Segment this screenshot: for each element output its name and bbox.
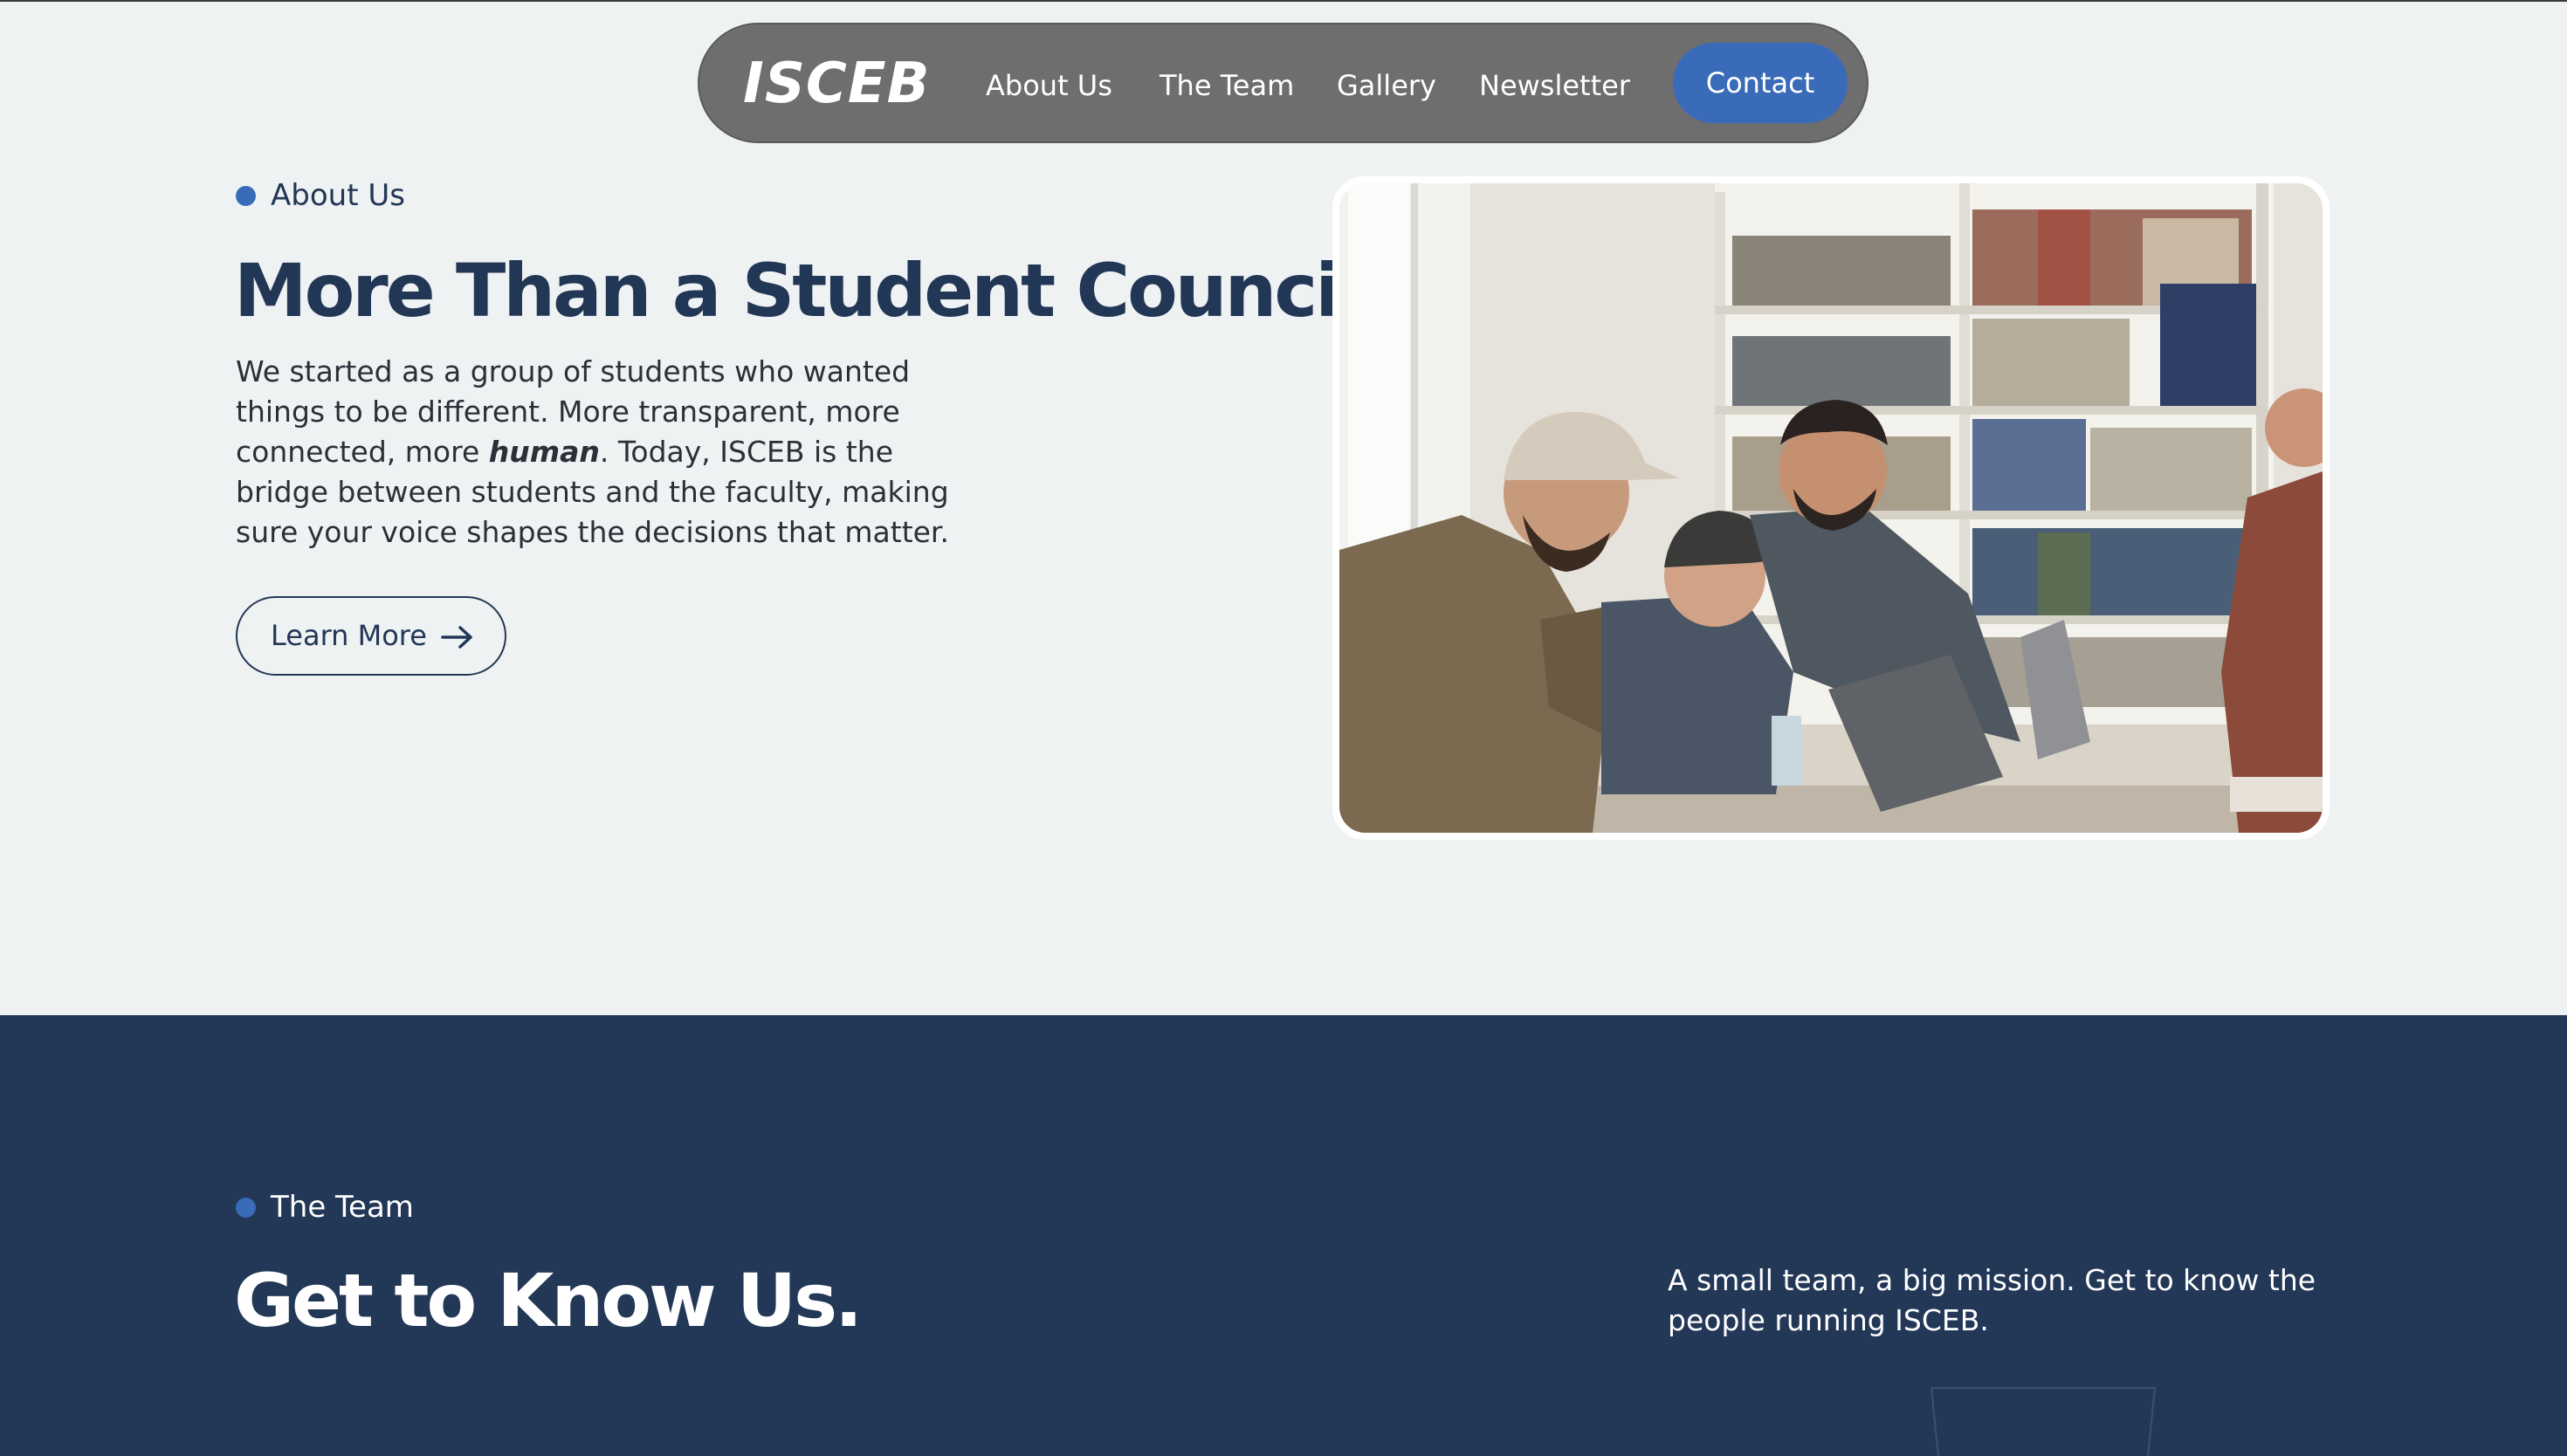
contact-button[interactable]: Contact [1673,43,1848,123]
nav-link-team[interactable]: The Team [1160,68,1294,103]
about-photo-frame [1332,176,2330,840]
about-title: More Than a Student Council [234,248,1363,333]
top-border [0,0,2567,2]
learn-more-label: Learn More [271,619,427,652]
nav-link-newsletter[interactable]: Newsletter [1479,68,1630,103]
eyebrow-dot [236,186,256,206]
team-description: A small team, a big mission. Get to know… [1668,1263,2316,1337]
team-section: The Team Get to Know Us. A small team, a… [0,1015,2567,1456]
card-outline-decoration [1930,1387,2157,1456]
students-photo [1339,183,2323,833]
about-eyebrow: About Us [271,178,405,213]
nav-link-gallery[interactable]: Gallery [1337,68,1436,103]
main-navbar: ISCEB About Us The Team Gallery Newslett… [698,23,1868,143]
learn-more-button[interactable]: Learn More [236,596,506,676]
site-logo[interactable]: ISCEB [743,49,930,119]
about-paragraph: We started as a group of students who wa… [236,354,949,549]
eyebrow-dot [236,1198,256,1218]
team-eyebrow: The Team [271,1190,414,1225]
team-title: Get to Know Us. [234,1258,863,1343]
emphasis-human: human [488,435,600,469]
nav-link-about[interactable]: About Us [986,68,1112,103]
arrow-right-icon [441,626,472,649]
